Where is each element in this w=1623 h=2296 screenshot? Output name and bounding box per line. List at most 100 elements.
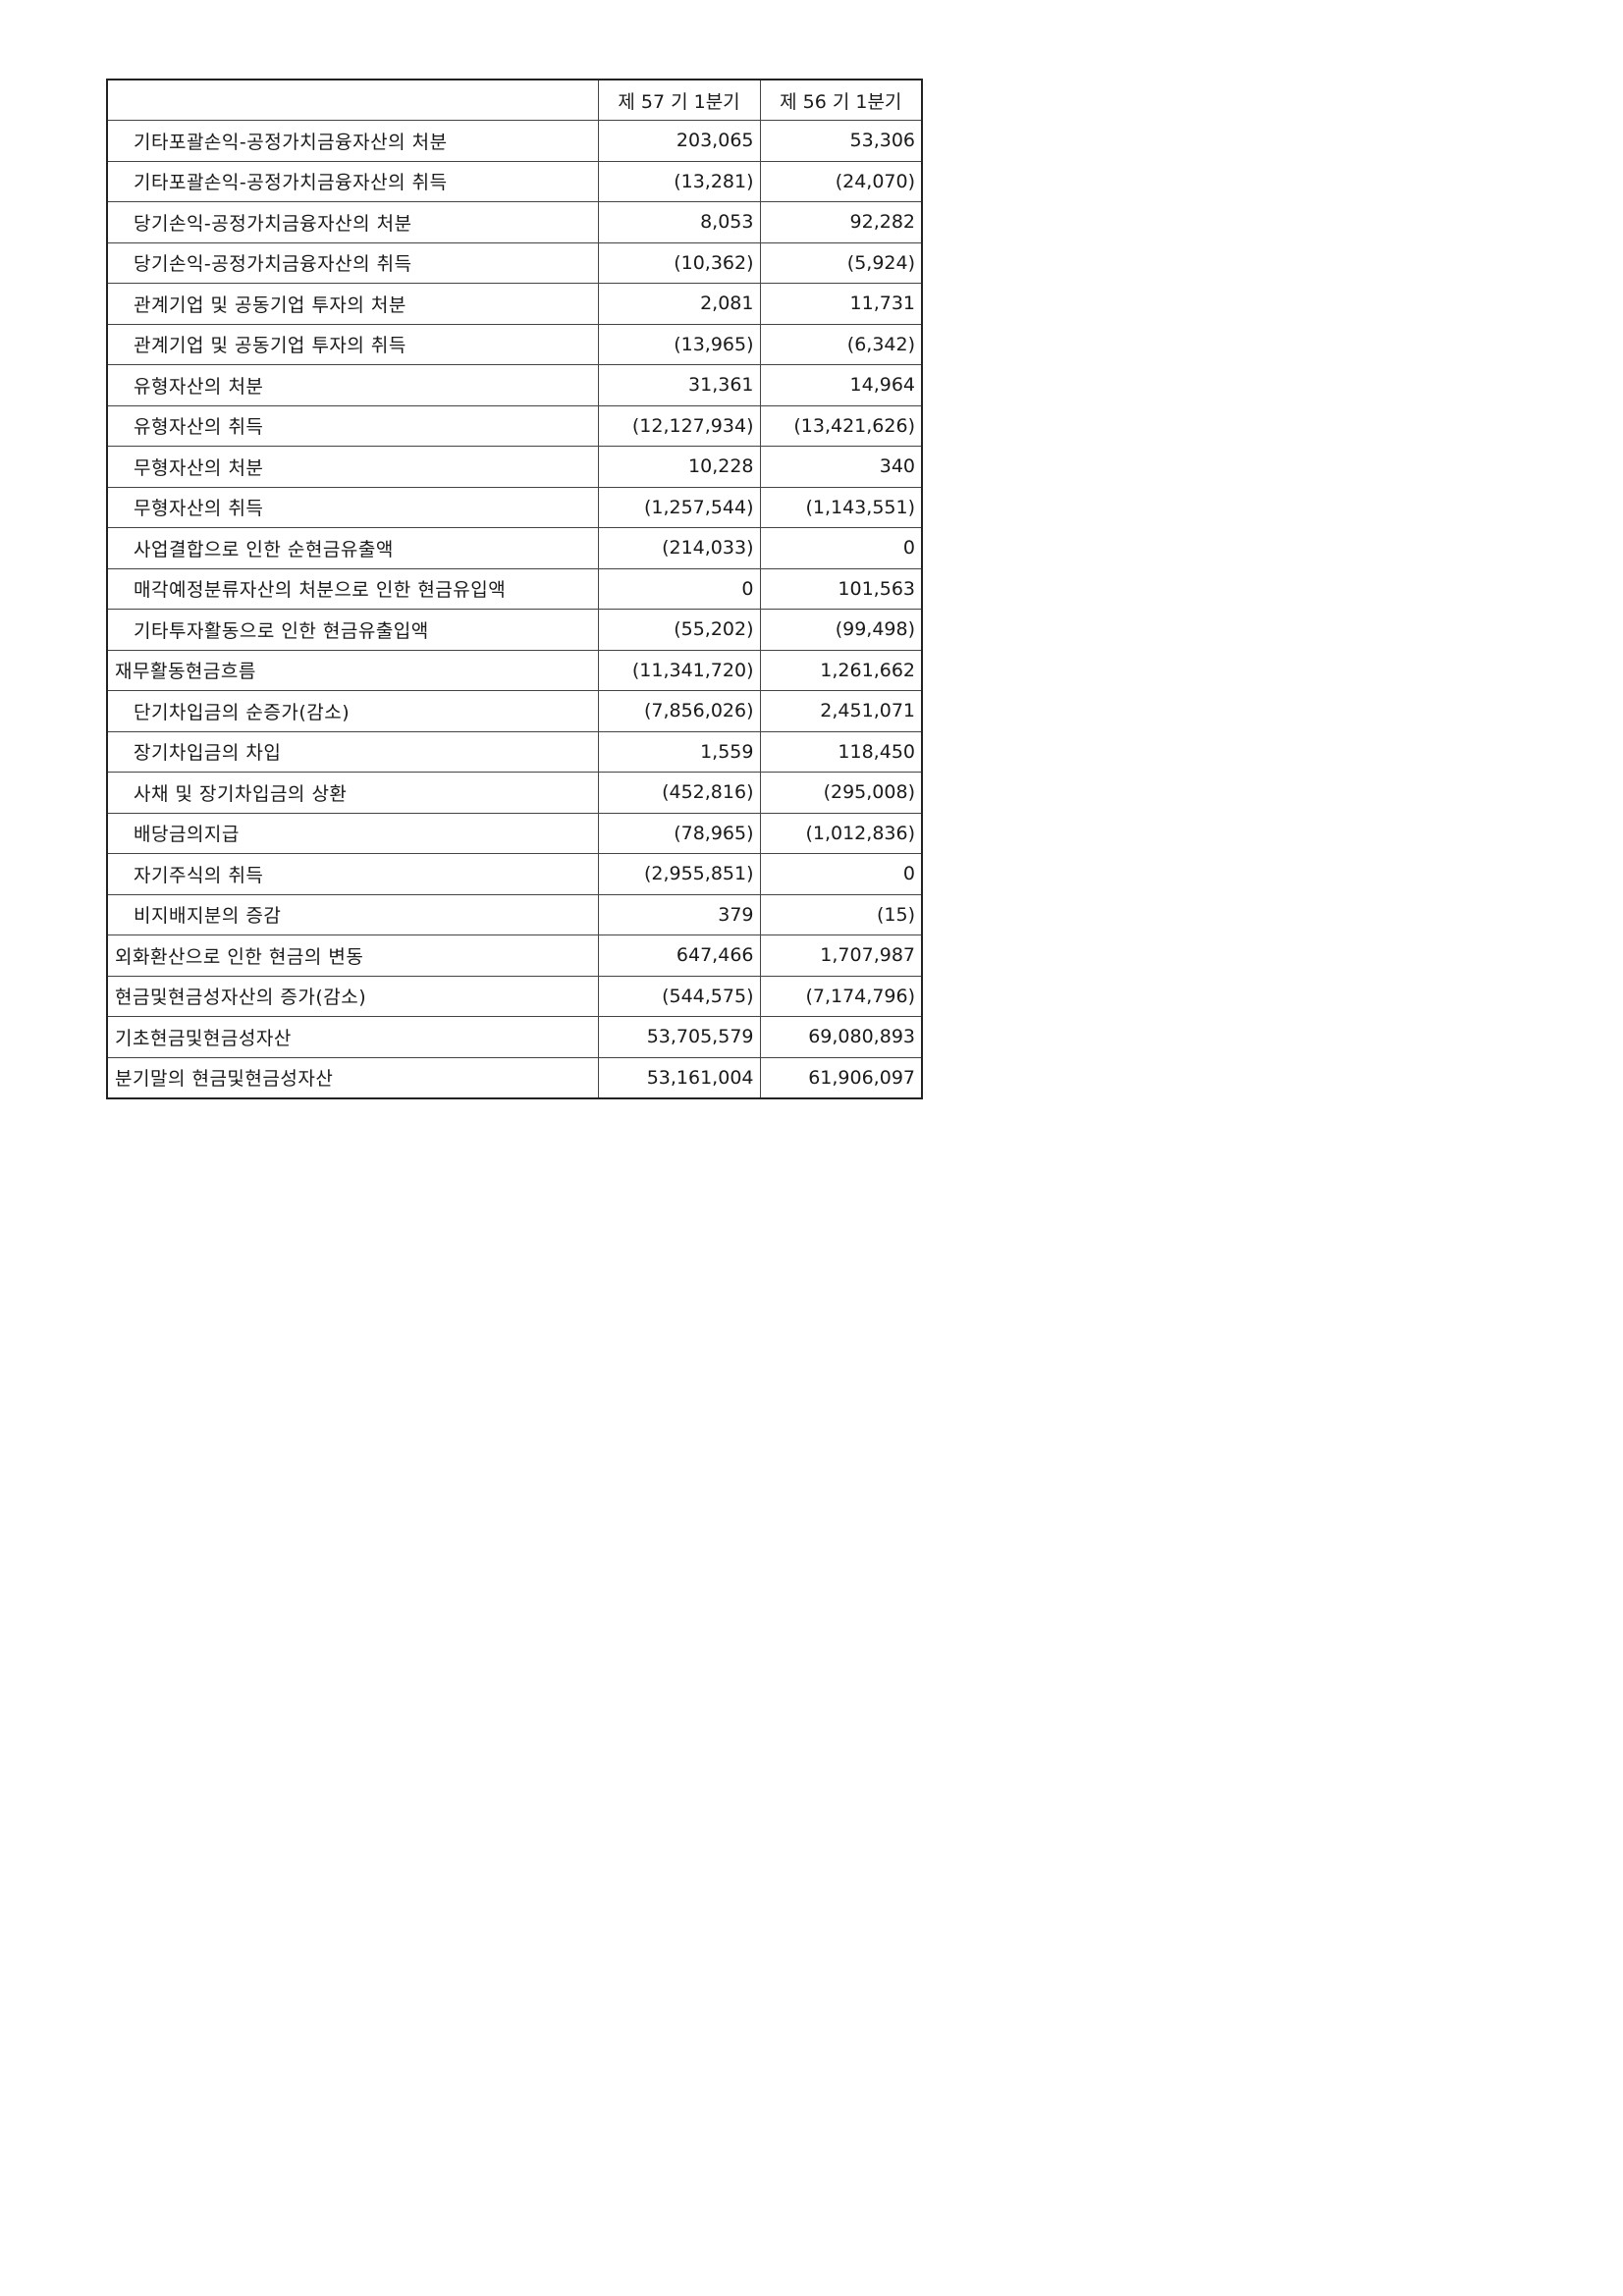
header-period-57: 제 57 기 1분기 — [597, 79, 761, 121]
value-period-56: (5,924) — [759, 241, 923, 284]
value-period-56: (24,070) — [759, 160, 923, 202]
table-row: 기타포괄손익-공정가치금융자산의 처분 203,065 53,306 — [106, 120, 923, 162]
value-period-56: 14,964 — [759, 364, 923, 406]
value-period-56: 2,451,071 — [759, 690, 923, 732]
value-period-57: 53,705,579 — [597, 1016, 761, 1058]
value-period-56: (13,421,626) — [759, 404, 923, 447]
row-label: 기타투자활동으로 인한 현금유출입액 — [106, 609, 599, 651]
row-label: 유형자산의 취득 — [106, 404, 599, 447]
value-period-57: 379 — [597, 893, 761, 935]
table-body: 기타포괄손익-공정가치금융자산의 처분 203,065 53,306 기타포괄손익-공… — [106, 120, 923, 1098]
row-label: 관계기업 및 공동기업 투자의 취득 — [106, 323, 599, 365]
value-period-56: 340 — [759, 446, 923, 488]
value-period-56: (1,012,836) — [759, 812, 923, 854]
table-row: 사채 및 장기차입금의 상환 (452,816) (295,008) — [106, 772, 923, 814]
table-row: 기타포괄손익-공정가치금융자산의 취득 (13,281) (24,070) — [106, 160, 923, 202]
value-period-57: 0 — [597, 567, 761, 610]
cash-flow-table: 제 57 기 1분기 제 56 기 1분기 기타포괄손익-공정가치금융자산의 처… — [106, 79, 923, 1099]
value-period-57: 2,081 — [597, 283, 761, 325]
table-row: 관계기업 및 공동기업 투자의 취득 (13,965) (6,342) — [106, 323, 923, 365]
value-period-57: 31,361 — [597, 364, 761, 406]
table-row: 외화환산으로 인한 현금의 변동 647,466 1,707,987 — [106, 934, 923, 977]
value-period-57: (13,281) — [597, 160, 761, 202]
value-period-57: (12,127,934) — [597, 404, 761, 447]
value-period-56: 1,261,662 — [759, 649, 923, 691]
value-period-57: (1,257,544) — [597, 486, 761, 528]
row-label: 유형자산의 처분 — [106, 364, 599, 406]
table-header-row: 제 57 기 1분기 제 56 기 1분기 — [106, 79, 923, 121]
document-page: 제 57 기 1분기 제 56 기 1분기 기타포괄손익-공정가치금융자산의 처… — [0, 0, 1623, 2296]
row-label: 장기차입금의 차입 — [106, 730, 599, 773]
table-row: 기초현금및현금성자산 53,705,579 69,080,893 — [106, 1016, 923, 1058]
row-label: 무형자산의 처분 — [106, 446, 599, 488]
table-row: 비지배지분의 증감 379 (15) — [106, 893, 923, 935]
value-period-56: 0 — [759, 853, 923, 895]
value-period-57: (452,816) — [597, 772, 761, 814]
value-period-56: 11,731 — [759, 283, 923, 325]
row-label: 무형자산의 취득 — [106, 486, 599, 528]
row-label: 기타포괄손익-공정가치금융자산의 처분 — [106, 120, 599, 162]
table-row: 재무활동현금흐름 (11,341,720) 1,261,662 — [106, 649, 923, 691]
row-label: 자기주식의 취득 — [106, 853, 599, 895]
value-period-57: 1,559 — [597, 730, 761, 773]
row-label: 현금및현금성자산의 증가(감소) — [106, 975, 599, 1017]
row-label: 사채 및 장기차입금의 상환 — [106, 772, 599, 814]
value-period-57: (2,955,851) — [597, 853, 761, 895]
value-period-57: (11,341,720) — [597, 649, 761, 691]
value-period-56: 1,707,987 — [759, 934, 923, 977]
value-period-57: (13,965) — [597, 323, 761, 365]
table-row: 현금및현금성자산의 증가(감소) (544,575) (7,174,796) — [106, 975, 923, 1017]
table-row: 분기말의 현금및현금성자산 53,161,004 61,906,097 — [106, 1056, 923, 1098]
table-row: 당기손익-공정가치금융자산의 취득 (10,362) (5,924) — [106, 241, 923, 284]
value-period-57: 53,161,004 — [597, 1056, 761, 1098]
value-period-56: 69,080,893 — [759, 1016, 923, 1058]
table-row: 당기손익-공정가치금융자산의 처분 8,053 92,282 — [106, 201, 923, 243]
value-period-56: 92,282 — [759, 201, 923, 243]
table-row: 관계기업 및 공동기업 투자의 처분 2,081 11,731 — [106, 283, 923, 325]
row-label: 사업결합으로 인한 순현금유출액 — [106, 527, 599, 569]
table-row: 기타투자활동으로 인한 현금유출입액 (55,202) (99,498) — [106, 609, 923, 651]
row-label: 당기손익-공정가치금융자산의 취득 — [106, 241, 599, 284]
value-period-57: (544,575) — [597, 975, 761, 1017]
value-period-56: (1,143,551) — [759, 486, 923, 528]
value-period-56: 118,450 — [759, 730, 923, 773]
header-period-56: 제 56 기 1분기 — [759, 79, 923, 121]
value-period-57: 10,228 — [597, 446, 761, 488]
row-label: 단기차입금의 순증가(감소) — [106, 690, 599, 732]
row-label: 매각예정분류자산의 처분으로 인한 현금유입액 — [106, 567, 599, 610]
row-label: 기초현금및현금성자산 — [106, 1016, 599, 1058]
table-row: 무형자산의 취득 (1,257,544) (1,143,551) — [106, 486, 923, 528]
value-period-56: (7,174,796) — [759, 975, 923, 1017]
table-row: 무형자산의 처분 10,228 340 — [106, 446, 923, 488]
row-label: 관계기업 및 공동기업 투자의 처분 — [106, 283, 599, 325]
value-period-56: (295,008) — [759, 772, 923, 814]
table-row: 자기주식의 취득 (2,955,851) 0 — [106, 853, 923, 895]
value-period-57: (7,856,026) — [597, 690, 761, 732]
row-label: 기타포괄손익-공정가치금융자산의 취득 — [106, 160, 599, 202]
value-period-57: 203,065 — [597, 120, 761, 162]
row-label: 당기손익-공정가치금융자산의 처분 — [106, 201, 599, 243]
value-period-56: (15) — [759, 893, 923, 935]
value-period-56: 53,306 — [759, 120, 923, 162]
row-label: 비지배지분의 증감 — [106, 893, 599, 935]
table-row: 단기차입금의 순증가(감소) (7,856,026) 2,451,071 — [106, 690, 923, 732]
table-row: 유형자산의 취득 (12,127,934) (13,421,626) — [106, 404, 923, 447]
value-period-56: (6,342) — [759, 323, 923, 365]
row-label: 외화환산으로 인한 현금의 변동 — [106, 934, 599, 977]
table-row: 사업결합으로 인한 순현금유출액 (214,033) 0 — [106, 527, 923, 569]
value-period-57: (214,033) — [597, 527, 761, 569]
table-row: 장기차입금의 차입 1,559 118,450 — [106, 730, 923, 773]
value-period-57: (10,362) — [597, 241, 761, 284]
table-row: 배당금의지급 (78,965) (1,012,836) — [106, 812, 923, 854]
value-period-57: 8,053 — [597, 201, 761, 243]
header-label-cell — [106, 79, 599, 121]
value-period-56: 61,906,097 — [759, 1056, 923, 1098]
table-row: 유형자산의 처분 31,361 14,964 — [106, 364, 923, 406]
value-period-56: (99,498) — [759, 609, 923, 651]
row-label: 재무활동현금흐름 — [106, 649, 599, 691]
value-period-57: (55,202) — [597, 609, 761, 651]
value-period-56: 0 — [759, 527, 923, 569]
row-label: 분기말의 현금및현금성자산 — [106, 1056, 599, 1098]
value-period-57: 647,466 — [597, 934, 761, 977]
value-period-56: 101,563 — [759, 567, 923, 610]
